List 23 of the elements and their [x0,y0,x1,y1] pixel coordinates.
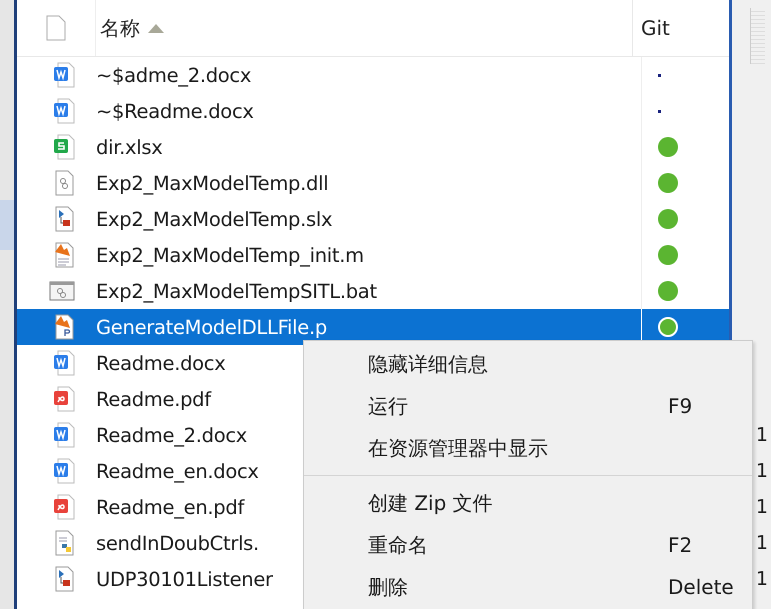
table-cell: 1 [756,568,768,590]
file-name: Readme.docx [96,352,226,374]
file-name: Readme_2.docx [96,424,248,446]
file-name: Readme.pdf [96,388,211,410]
file-name: ~$Readme.docx [96,100,254,122]
file-name: GenerateModelDLLFile.p [96,316,327,338]
file-name: ~$adme_2.docx [96,64,252,86]
file-name: UDP30101Listener [96,568,273,590]
file-name: Exp2_MaxModelTempSITL.bat [96,280,377,302]
table-cell: 1 [756,532,768,554]
file-name: sendInDoubCtrls. [96,532,259,554]
file-name: Exp2_MaxModelTemp.dll [96,172,328,194]
file-name: Exp2_MaxModelTemp.slx [96,208,332,230]
file-name: Exp2_MaxModelTemp_init.m [96,244,364,266]
table-cell: 1 [756,460,768,482]
shortcut-label: F9 [668,394,692,418]
file-name: Readme_en.pdf [96,496,244,518]
table-cell: 1 [756,424,768,446]
file-name: Readme_en.docx [96,460,259,482]
shortcut-label: F2 [668,533,692,557]
file-name: dir.xlsx [96,136,162,158]
table-cell: 1 [756,496,768,518]
shortcut-label: Delete [668,575,734,599]
